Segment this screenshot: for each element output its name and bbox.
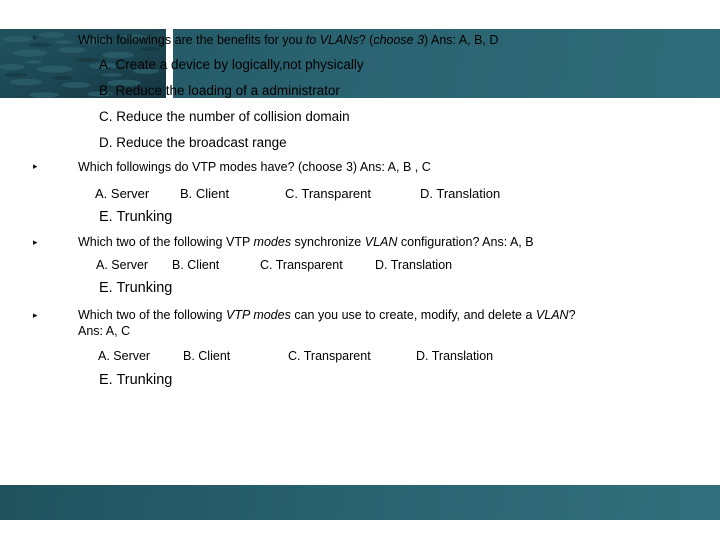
q1-part-3: choose 3 (373, 33, 425, 47)
question-3-stem: Which two of the following VTP modes syn… (78, 235, 534, 250)
question-1-option-a: A. Create a device by logically,not phys… (99, 57, 364, 72)
question-2-choice-b: B. Client (180, 186, 230, 201)
question-2-choice-e: E. Trunking (99, 209, 173, 225)
q3-part-4: configuration? Ans: A, B (397, 235, 534, 249)
q4-part-1: VTP modes (226, 308, 291, 322)
question-2-choice-a: A. Server (95, 186, 150, 201)
question-4-choices: A. Server B. Client C. Transparent D. Trans… (98, 349, 493, 363)
q1-part-0: Which followings are the benefits for yo… (78, 33, 306, 47)
q1-part-1: to VLANs (305, 33, 359, 47)
question-1-option-c: C. Reduce the number of collision domain (99, 109, 350, 124)
question-4-choice-d: D. Translation (416, 349, 494, 363)
q4-part-0: Which two of the following (78, 308, 226, 322)
question-2-choice-c: C. Transparent (285, 186, 371, 201)
question-2-choice-d: D. Translation (420, 186, 501, 201)
question-2-choices: A. Server B. Client C. Transparent D. Trans… (95, 186, 500, 201)
question-4-choice-a: A. Server (98, 349, 151, 363)
question-4-choice-b: B. Client (183, 349, 231, 363)
question-3-choice-e: E. Trunking (99, 280, 173, 296)
question-1-option-b: B. Reduce the loading of a administrator (99, 83, 340, 98)
question-4-choice-c: C. Transparent (288, 349, 371, 363)
question-3-choice-d: D. Translation (375, 258, 453, 272)
q3-part-2: synchronize (291, 235, 365, 249)
question-3-choice-b: B. Client (172, 258, 220, 272)
q4-part-4: ? (568, 308, 576, 322)
bullet-icon: ▸ (33, 161, 38, 171)
q3-part-1: modes (253, 235, 292, 249)
question-4-choice-e: E. Trunking (99, 372, 173, 388)
q1-part-4: ) Ans: A, B, D (424, 33, 499, 47)
question-1-option-d: D. Reduce the broadcast range (99, 135, 287, 150)
slide-content: ▸ Which followings are the benefits for … (0, 0, 720, 540)
q3-part-0: Which two of the following VTP (78, 235, 254, 249)
q4-part-3: VLAN (535, 308, 569, 322)
q2-part-0: Which followings do VTP modes have? (cho… (78, 160, 431, 174)
q1-part-2: ? ( (358, 33, 374, 47)
question-1-stem: Which followings are the benefits for yo… (78, 33, 498, 48)
bullet-icon: ▸ (33, 237, 38, 247)
question-3-choices: A. Server B. Client C. Transparent D. Trans… (96, 258, 452, 272)
question-3-choice-a: A. Server (96, 258, 149, 272)
q3-part-3: VLAN (364, 235, 398, 249)
question-3-choice-c: C. Transparent (260, 258, 343, 272)
bullet-icon: ▸ (33, 310, 38, 320)
question-2-stem: Which followings do VTP modes have? (cho… (78, 160, 431, 175)
q4-part-2: can you use to create, modify, and delet… (290, 308, 536, 322)
question-4-answer-line: Ans: A, C (78, 324, 131, 338)
bullet-icon: ▸ (33, 32, 38, 42)
question-4-stem: Which two of the following VTP modes can… (78, 308, 693, 323)
